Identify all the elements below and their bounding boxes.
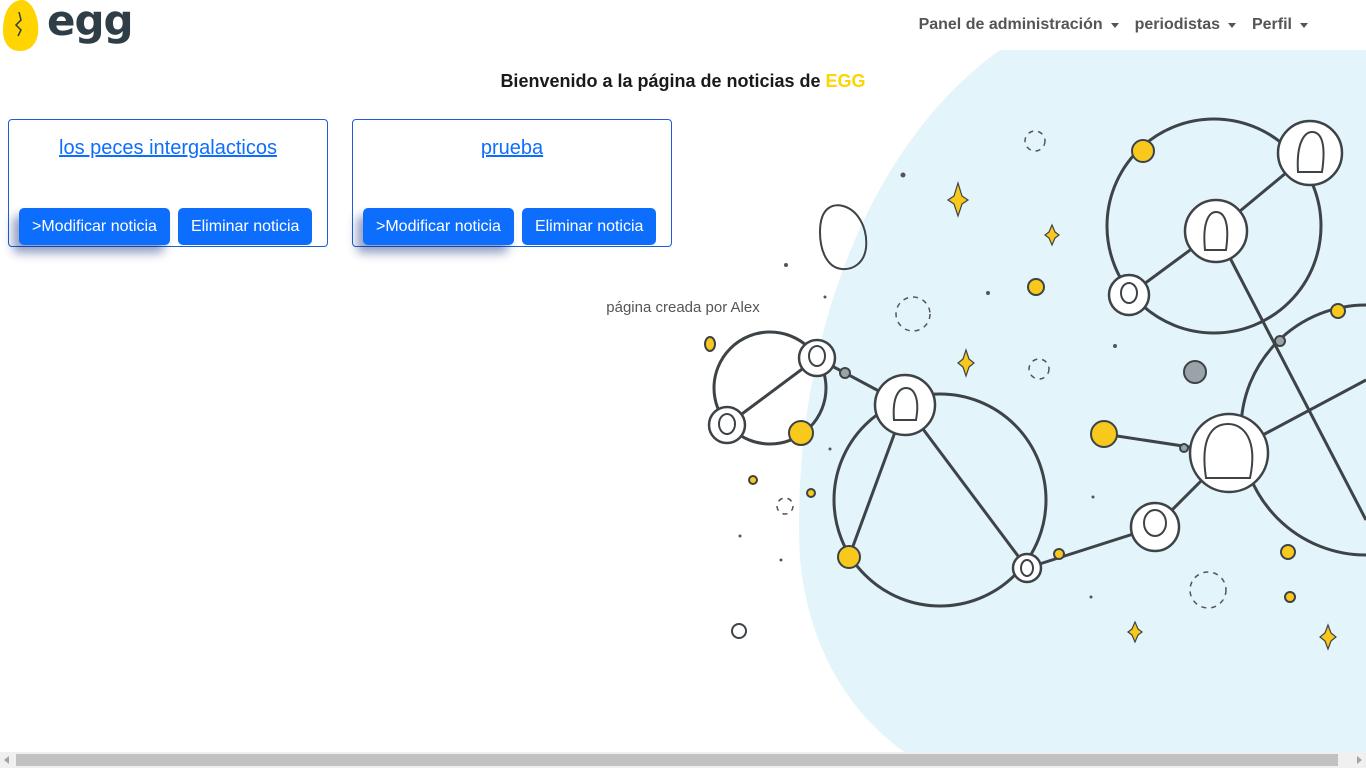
welcome-heading: Bienvenido a la página de noticias de EG… <box>0 71 1366 92</box>
news-card-title-link[interactable]: prueba <box>353 137 671 160</box>
news-card-title-link[interactable]: los peces intergalacticos <box>9 137 327 160</box>
network-illustration <box>704 50 1366 768</box>
news-card: los peces intergalacticos >Modificar not… <box>8 119 328 247</box>
scroll-right-icon[interactable] <box>1357 756 1362 764</box>
brand-logo-text: egg <box>47 0 134 45</box>
scroll-left-icon[interactable] <box>4 756 9 764</box>
nav-admin-panel-dropdown[interactable]: Panel de administración <box>919 16 1119 34</box>
delete-news-button[interactable]: Eliminar noticia <box>521 208 657 245</box>
news-card-actions: >Modificar noticia Eliminar noticia <box>19 208 313 245</box>
nav-journalists-label: periodistas <box>1134 16 1220 33</box>
news-card: prueba >Modificar noticia Eliminar notic… <box>352 119 672 247</box>
nav-profile-dropdown[interactable]: Perfil <box>1252 16 1308 34</box>
egg-icon <box>3 0 39 51</box>
nav-journalists-dropdown[interactable]: periodistas <box>1135 16 1236 34</box>
horizontal-scrollbar[interactable] <box>0 752 1366 768</box>
modify-news-button[interactable]: >Modificar noticia <box>19 208 170 245</box>
caret-down-icon <box>1227 22 1236 28</box>
brand-logo[interactable]: egg <box>0 0 134 52</box>
news-card-actions: >Modificar noticia Eliminar noticia <box>363 208 657 245</box>
caret-down-icon <box>1300 22 1308 28</box>
welcome-text: Bienvenido a la página de noticias de <box>500 71 826 91</box>
nav-profile-label: Perfil <box>1251 16 1292 33</box>
navbar: egg Panel de administración periodistas … <box>0 0 1366 52</box>
nav-admin-panel-label: Panel de administración <box>918 16 1103 33</box>
welcome-brand: EGG <box>825 71 866 91</box>
caret-down-icon <box>1110 22 1119 28</box>
page-credit: página creada por Alex <box>606 299 760 316</box>
modify-news-button[interactable]: >Modificar noticia <box>363 208 514 245</box>
delete-news-button[interactable]: Eliminar noticia <box>177 208 313 245</box>
nav-menu: Panel de administración periodistas Perf… <box>919 16 1308 34</box>
scrollbar-thumb[interactable] <box>16 754 1338 766</box>
